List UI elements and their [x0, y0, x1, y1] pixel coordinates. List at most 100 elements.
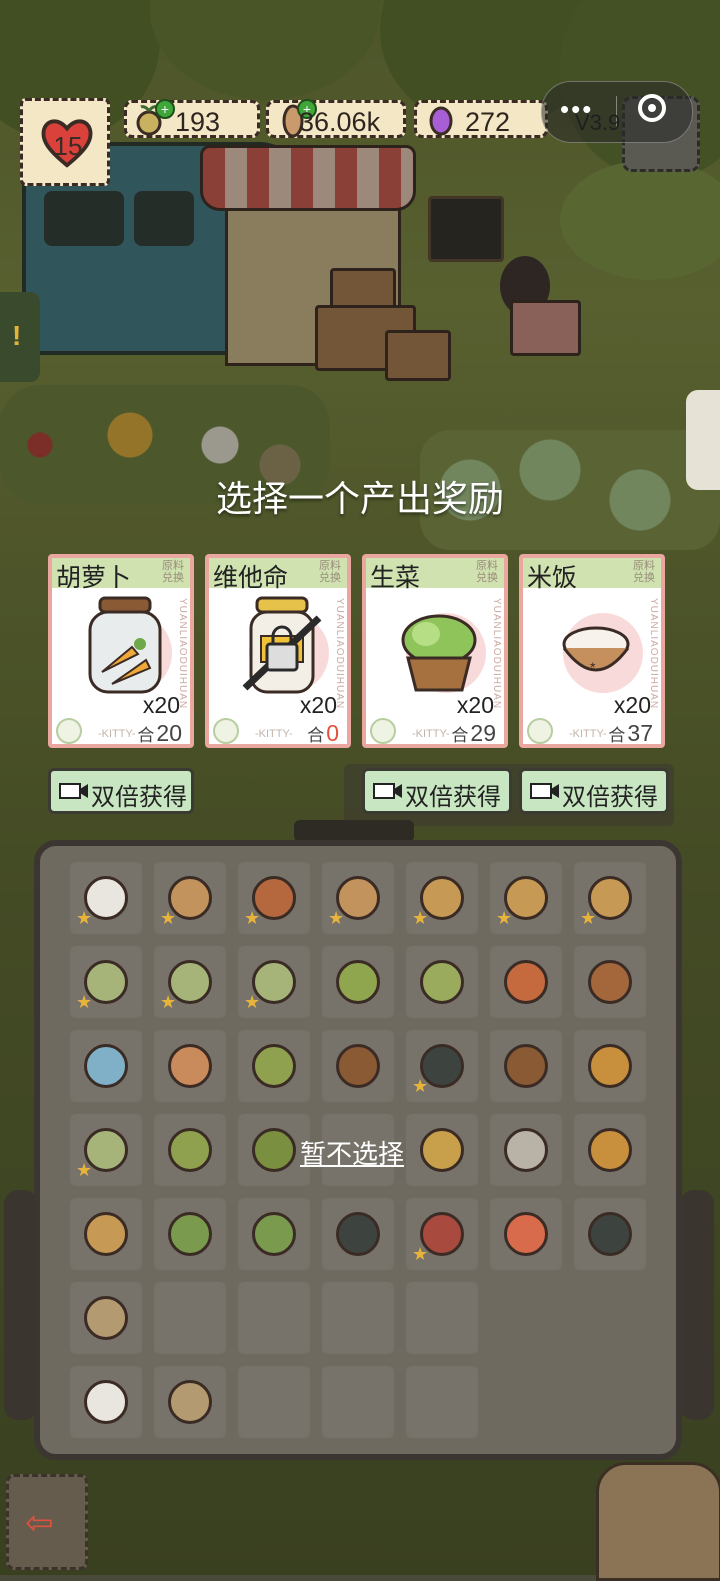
inventory-item-icon	[504, 1128, 548, 1172]
currency-pill-3[interactable]: 272	[414, 100, 548, 138]
inventory-item-icon	[504, 960, 548, 1004]
inventory-item-icon	[168, 1044, 212, 1088]
inventory-slot[interactable]: ★	[574, 862, 646, 934]
inventory-slot[interactable]: ★	[70, 862, 142, 934]
inventory-slot[interactable]: ★	[322, 862, 394, 934]
inventory-slot	[406, 1282, 478, 1354]
inventory-slot	[322, 1366, 394, 1438]
currency-1-value: 193	[175, 107, 221, 137]
inventory-slot[interactable]	[490, 946, 562, 1018]
inventory-slot[interactable]	[490, 1114, 562, 1186]
lettuce-basket-icon	[401, 614, 477, 692]
notice-tab[interactable]: !	[0, 292, 40, 382]
inventory-item-icon	[252, 1044, 296, 1088]
inventory-slot[interactable]	[154, 1114, 226, 1186]
inventory-slot[interactable]	[70, 1198, 142, 1270]
inventory-slot[interactable]	[574, 1114, 646, 1186]
card-quantity: x20	[299, 692, 337, 718]
star-icon: ★	[76, 1160, 93, 1180]
inventory-slot[interactable]	[70, 1030, 142, 1102]
inventory-slot[interactable]	[70, 1282, 142, 1354]
inventory-item-icon	[84, 1212, 128, 1256]
inventory-item-icon	[588, 1128, 632, 1172]
star-icon: ★	[328, 908, 345, 928]
inventory-slot[interactable]: ★	[490, 862, 562, 934]
currency-pill-2[interactable]: + 36.06k	[266, 99, 406, 138]
double-reward-button-carrot[interactable]: 双倍获得	[48, 768, 194, 814]
carrot-jar-icon	[88, 596, 162, 694]
close-miniprogram-icon[interactable]	[638, 94, 666, 122]
inventory-slot[interactable]	[406, 946, 478, 1018]
inventory-slot[interactable]	[154, 1030, 226, 1102]
star-icon: ★	[412, 1244, 429, 1264]
card-stock: 合20	[137, 720, 182, 746]
currency-pill-1[interactable]: + 193	[124, 99, 260, 138]
inventory-slot[interactable]	[238, 1198, 310, 1270]
reward-card-lettuce[interactable]: 生菜 原料 兑换 YUANLIAODUIHUAN x20 合29 -KITTY-	[362, 554, 508, 748]
inventory-slot[interactable]: ★	[70, 946, 142, 1018]
level-badge[interactable]: 15	[20, 98, 110, 186]
inventory-slot[interactable]	[322, 1198, 394, 1270]
star-icon: ★	[580, 908, 597, 928]
inventory-item-icon	[336, 1044, 380, 1088]
inventory-slot[interactable]	[70, 1366, 142, 1438]
inventory-slot	[154, 1282, 226, 1354]
reward-card-rice[interactable]: 米饭 原料 兑换 YUANLIAODUIHUAN * x20 合37 -KITTY…	[519, 554, 665, 748]
inventory-slot[interactable]	[490, 1198, 562, 1270]
skip-button[interactable]: 暂不选择	[300, 1134, 404, 1171]
inventory-slot[interactable]	[574, 946, 646, 1018]
inventory-slot	[238, 1366, 310, 1438]
video-camera-icon	[373, 783, 402, 799]
vitamin-jar-locked-icon	[242, 596, 322, 694]
inventory-slot[interactable]: ★	[406, 862, 478, 934]
inventory-slot[interactable]: ★	[406, 1030, 478, 1102]
inventory-slot	[238, 1282, 310, 1354]
card-tag: 原料 兑换	[319, 560, 341, 584]
inventory-slot[interactable]: ★	[154, 862, 226, 934]
add-icon[interactable]: +	[155, 99, 175, 119]
inventory-slot[interactable]	[322, 946, 394, 1018]
card-stock: 合37	[608, 720, 653, 746]
inventory-slot	[322, 1282, 394, 1354]
inventory-slot[interactable]	[322, 1030, 394, 1102]
inventory-slot[interactable]	[490, 1030, 562, 1102]
svg-text:*: *	[590, 659, 596, 675]
exit-arrow-icon: ⇦	[25, 1504, 54, 1542]
inventory-slot[interactable]	[574, 1198, 646, 1270]
card-watermark: -KITTY-	[98, 728, 136, 740]
inventory-item-icon	[420, 1128, 464, 1172]
inventory-slot[interactable]	[574, 1030, 646, 1102]
double-reward-label: 双倍获得	[405, 784, 501, 811]
reward-card-vitamin[interactable]: 维他命 原料 兑换 YUANLIAODUIHUAN x20 合0 -KITTY-	[205, 554, 351, 748]
reward-card-carrot[interactable]: 胡萝卜 原料 兑换 YUANLIAODUIHUAN x20 合20 -KITTY-	[48, 554, 194, 748]
inventory-slot[interactable]: ★	[154, 946, 226, 1018]
double-reward-button-lettuce[interactable]: 双倍获得	[362, 768, 512, 814]
panel-handle	[294, 820, 414, 842]
inventory-slot[interactable]: ★	[238, 946, 310, 1018]
inventory-slot[interactable]	[154, 1198, 226, 1270]
backpack-icon[interactable]	[596, 1462, 720, 1581]
inventory-slot[interactable]	[238, 1030, 310, 1102]
inventory-slot[interactable]	[406, 1114, 478, 1186]
cat-badge-icon	[527, 718, 553, 744]
double-reward-button-rice[interactable]: 双倍获得	[519, 768, 669, 814]
card-watermark: -KITTY-	[255, 728, 293, 740]
card-title: 生菜	[370, 564, 421, 592]
inventory-slot[interactable]: ★	[70, 1114, 142, 1186]
inventory-item-icon	[588, 1212, 632, 1256]
exit-button[interactable]: ⇦	[6, 1474, 88, 1570]
inventory-slot[interactable]: ★	[238, 862, 310, 934]
card-stock: 合0	[307, 720, 339, 746]
inventory-item-icon	[168, 1380, 212, 1424]
inventory-slot[interactable]	[154, 1366, 226, 1438]
card-title: 米饭	[527, 564, 578, 592]
star-icon: ★	[496, 908, 513, 928]
inventory-item-icon	[168, 1128, 212, 1172]
card-title: 胡萝卜	[56, 564, 132, 592]
card-tag: 原料 兑换	[162, 560, 184, 584]
currency-3-value: 272	[465, 107, 511, 137]
inventory-slot[interactable]: ★	[406, 1198, 478, 1270]
inventory-item-icon	[84, 1296, 128, 1340]
inventory-item-icon	[504, 1044, 548, 1088]
star-icon: ★	[244, 992, 261, 1012]
